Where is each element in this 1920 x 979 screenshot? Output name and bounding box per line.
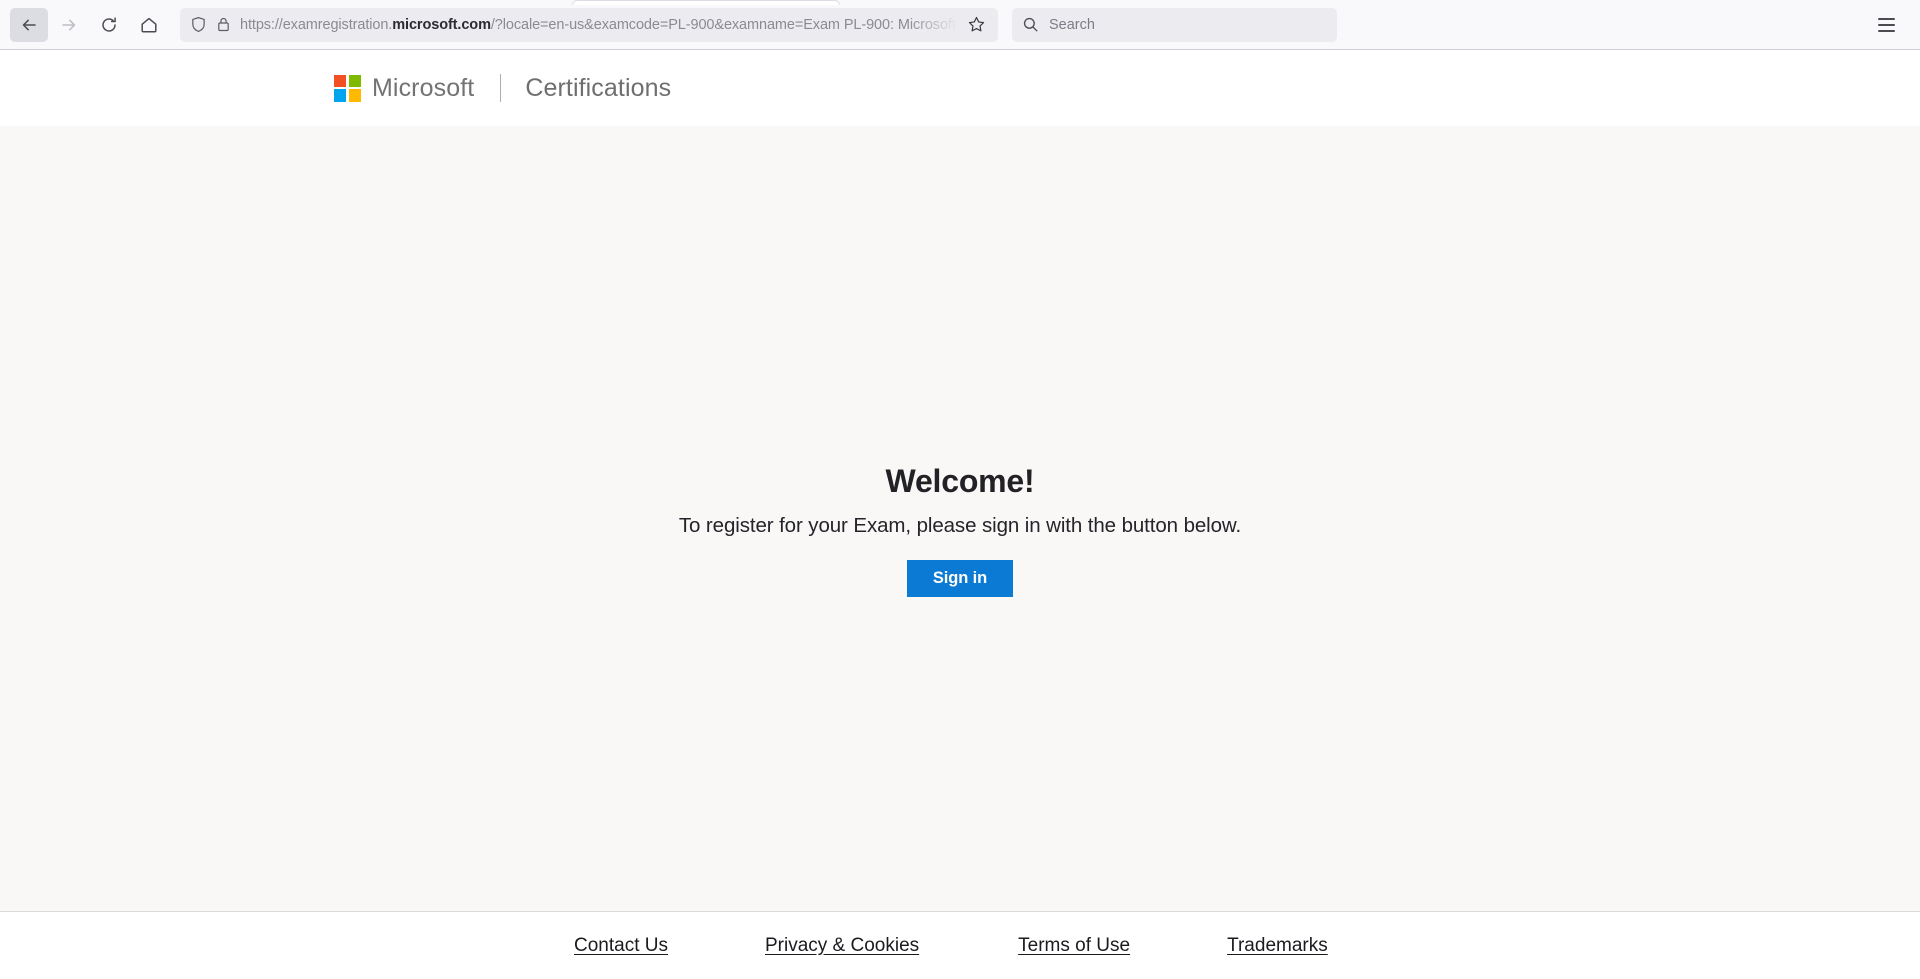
logo-square-yellow [348, 89, 361, 102]
footer-link-privacy-cookies[interactable]: Privacy & Cookies [765, 935, 919, 957]
home-button[interactable] [130, 8, 168, 42]
browser-search-box[interactable]: Search [1012, 7, 1337, 42]
sign-in-button[interactable]: Sign in [907, 560, 1013, 597]
browser-tab-remnant[interactable] [572, 0, 840, 5]
site-header: Microsoft Certifications [0, 50, 1920, 126]
url-scheme-host-prefix: https://examregistration. [240, 16, 393, 33]
hamburger-bar [1877, 29, 1895, 32]
address-bar-url: https://examregistration.microsoft.com/?… [240, 17, 958, 33]
lock-icon[interactable] [216, 16, 231, 33]
logo-square-red [334, 74, 347, 87]
site-footer: Contact Us Privacy & Cookies Terms of Us… [0, 911, 1920, 979]
microsoft-logo-link[interactable]: Microsoft [334, 73, 475, 102]
back-button[interactable] [10, 7, 48, 42]
footer-link-trademarks[interactable]: Trademarks [1227, 935, 1328, 957]
microsoft-wordmark: Microsoft [372, 73, 475, 102]
page-title[interactable]: Certifications [525, 75, 671, 101]
logo-square-blue [334, 89, 347, 102]
url-domain: microsoft.com [392, 16, 491, 33]
arrow-right-icon [62, 19, 76, 30]
url-path: /?locale=en-us&examcode=PL-900&examname=… [490, 16, 958, 33]
star-icon[interactable] [962, 11, 990, 39]
footer-link-contact-us[interactable]: Contact Us [574, 935, 668, 957]
hamburger-bar [1877, 17, 1895, 20]
microsoft-logo-icon [334, 74, 361, 102]
shield-icon[interactable] [190, 16, 207, 33]
search-icon [1022, 16, 1039, 33]
main-content: Welcome! To register for your Exam, plea… [0, 126, 1920, 911]
logo-square-green [348, 74, 361, 87]
browser-toolbar: https://examregistration.microsoft.com/?… [0, 0, 1920, 50]
reload-button[interactable] [90, 8, 128, 42]
home-icon [141, 17, 157, 32]
welcome-subheading: To register for your Exam, please sign i… [678, 514, 1242, 537]
header-divider [500, 74, 502, 102]
search-input[interactable]: Search [1049, 17, 1095, 33]
forward-button[interactable] [50, 8, 88, 42]
hamburger-menu-icon[interactable] [1868, 9, 1904, 41]
hamburger-bar [1877, 23, 1895, 26]
reload-icon [102, 16, 116, 32]
footer-link-terms-of-use[interactable]: Terms of Use [1018, 935, 1130, 957]
browser-nav-buttons [10, 7, 168, 42]
address-bar[interactable]: https://examregistration.microsoft.com/?… [180, 7, 998, 42]
arrow-left-icon [22, 19, 36, 30]
welcome-heading: Welcome! [885, 463, 1035, 499]
page-viewport: Microsoft Certifications Welcome! To reg… [0, 50, 1920, 979]
